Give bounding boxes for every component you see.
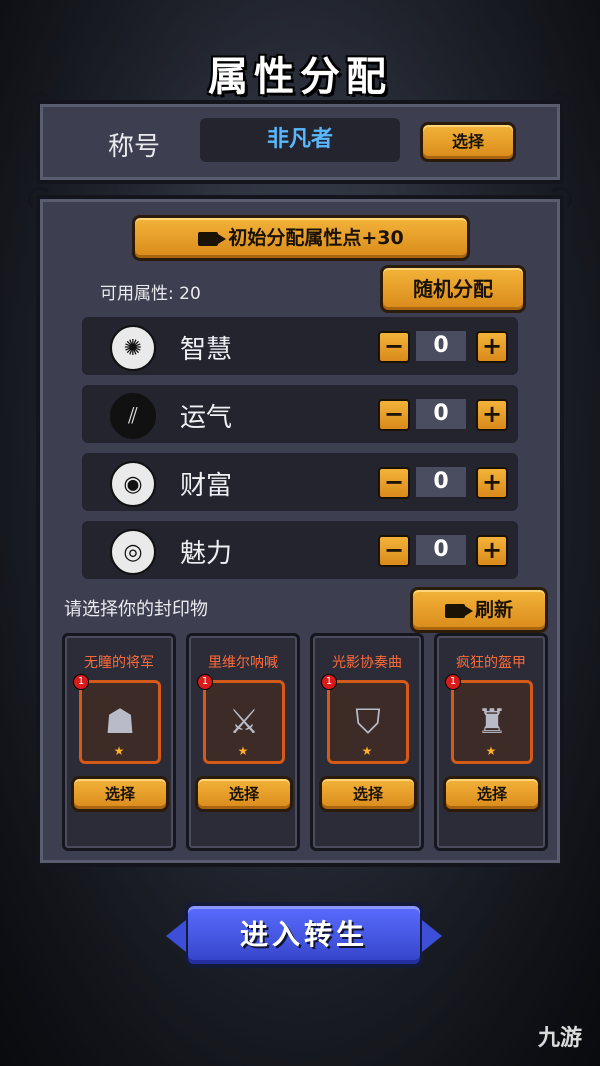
seal-card: 光影协奏曲 ⛉ 1 ★ 选择 — [310, 633, 424, 851]
seal-card: 疯狂的盔甲 ♜ 1 ★ 选择 — [434, 633, 548, 851]
corner-ornament — [28, 92, 52, 116]
refresh-label: 刷新 — [474, 599, 513, 621]
claw-slash-icon: ⫽ — [110, 393, 156, 439]
select-seal-button[interactable]: 选择 — [319, 776, 417, 812]
increase-button[interactable]: + — [476, 467, 508, 499]
title-panel: 称号 非凡者 选择 — [28, 92, 572, 184]
star-icon: ★ — [113, 744, 125, 758]
increase-button[interactable]: + — [476, 331, 508, 363]
select-seal-button[interactable]: 选择 — [71, 776, 169, 812]
attribute-row-wealth: ◉ 财富 − 0 + — [82, 453, 518, 511]
decrease-button[interactable]: − — [378, 331, 410, 363]
enter-rebirth-button[interactable]: 进入转生 — [166, 902, 442, 968]
select-title-button[interactable]: 选择 — [420, 122, 516, 162]
level-badge: 1 — [197, 674, 213, 690]
attribute-value: 0 — [416, 467, 466, 497]
ad-attribute-points-button[interactable]: 初始分配属性点+30 — [132, 215, 470, 261]
seal-section-label: 请选择你的封印物 — [64, 599, 208, 620]
video-camera-icon — [444, 604, 473, 618]
attribute-value: 0 — [416, 331, 466, 361]
star-icon: ★ — [485, 744, 497, 758]
ad-button-label: 初始分配属性点+30 — [228, 227, 404, 249]
select-seal-button[interactable]: 选择 — [195, 776, 293, 812]
page-title: 属性分配 — [208, 54, 392, 100]
attribute-name: 运气 — [180, 403, 233, 433]
attribute-row-charm: ◎ 魅力 − 0 + — [82, 521, 518, 579]
attribute-name: 智慧 — [180, 335, 233, 365]
seal-name: 里维尔呐喊 — [208, 655, 278, 671]
seal-name: 无瞳的将军 — [84, 655, 154, 671]
corner-ornament — [548, 187, 572, 211]
attribute-value: 0 — [416, 535, 466, 565]
title-label: 称号 — [108, 132, 161, 162]
level-badge: 1 — [73, 674, 89, 690]
watermark-text: 九游 — [537, 1026, 582, 1051]
attribute-panel: 初始分配属性点+30 可用属性: 20 随机分配 ✺ 智慧 − 0 + ⫽ 运气… — [28, 187, 572, 867]
title-value: 非凡者 — [200, 118, 400, 162]
video-camera-icon — [198, 232, 227, 246]
decrease-button[interactable]: − — [378, 399, 410, 431]
available-points: 可用属性: 20 — [100, 284, 201, 304]
increase-button[interactable]: + — [476, 399, 508, 431]
corner-ornament — [28, 187, 52, 211]
seal-card: 无瞳的将军 ☗ 1 ★ 选择 — [62, 633, 176, 851]
coin-icon: ◉ — [110, 461, 156, 507]
attribute-name: 财富 — [180, 471, 233, 501]
attribute-name: 魅力 — [180, 539, 233, 569]
star-icon: ★ — [237, 744, 249, 758]
level-badge: 1 — [445, 674, 461, 690]
increase-button[interactable]: + — [476, 535, 508, 567]
seal-name: 光影协奏曲 — [332, 655, 402, 671]
eye-icon: ◎ — [110, 529, 156, 575]
brain-icon: ✺ — [110, 325, 156, 371]
star-icon: ★ — [361, 744, 373, 758]
seal-name: 疯狂的盔甲 — [456, 655, 526, 671]
watermark-logo: 九游 — [538, 1020, 582, 1052]
decrease-button[interactable]: − — [378, 535, 410, 567]
random-allocate-button[interactable]: 随机分配 — [380, 265, 526, 313]
attribute-row-wisdom: ✺ 智慧 − 0 + — [82, 317, 518, 375]
select-seal-button[interactable]: 选择 — [443, 776, 541, 812]
decrease-button[interactable]: − — [378, 467, 410, 499]
corner-ornament — [548, 92, 572, 116]
refresh-seals-button[interactable]: 刷新 — [410, 587, 548, 633]
seal-card: 里维尔呐喊 ⚔ 1 ★ 选择 — [186, 633, 300, 851]
attribute-value: 0 — [416, 399, 466, 429]
attribute-row-luck: ⫽ 运气 − 0 + — [82, 385, 518, 443]
level-badge: 1 — [321, 674, 337, 690]
